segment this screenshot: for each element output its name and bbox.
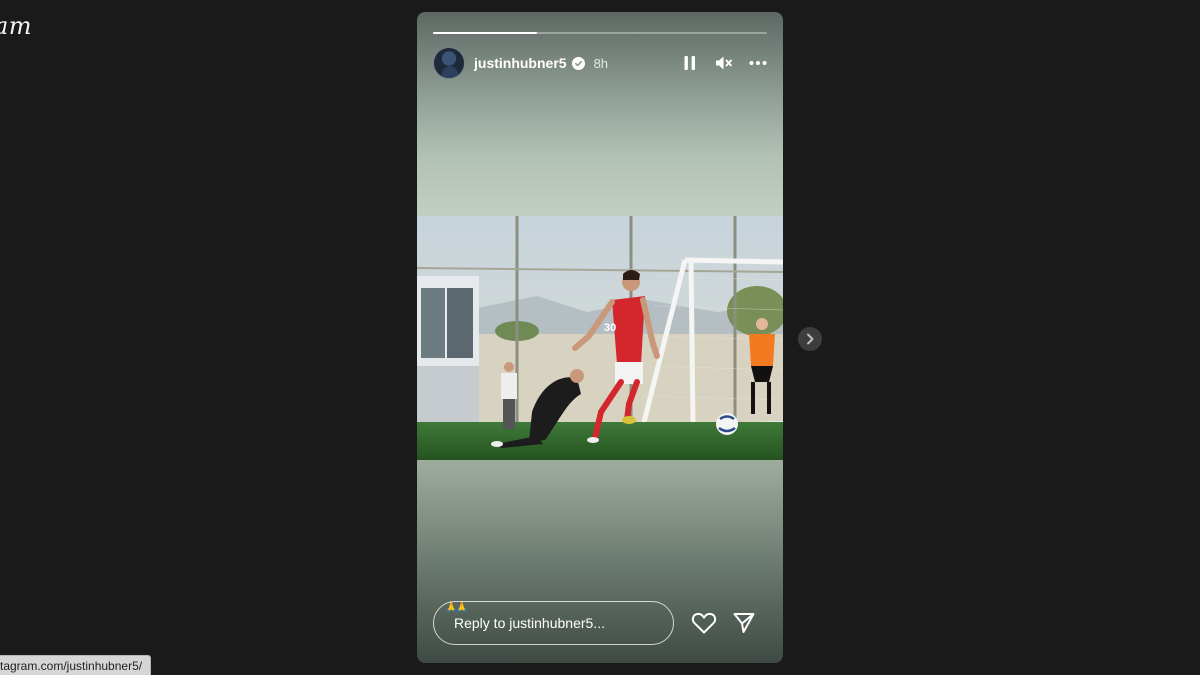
story-viewer: justinhubner5 8h 30 🙏🙏 Reply to justinhu… [417, 12, 783, 663]
pause-icon [684, 56, 695, 70]
pause-button[interactable] [681, 54, 699, 72]
soccer-ball [716, 413, 738, 435]
verified-badge-icon [571, 56, 585, 70]
story-username[interactable]: justinhubner5 [474, 55, 567, 71]
status-bar-url: tagram.com/justinhubner5/ [0, 655, 152, 675]
like-button[interactable] [690, 609, 718, 637]
story-footer [433, 601, 767, 645]
story-controls [681, 54, 767, 72]
next-story-button[interactable] [798, 327, 822, 351]
chevron-right-icon [807, 333, 814, 345]
more-options-button[interactable] [749, 54, 767, 72]
story-progress-bar [433, 32, 767, 34]
reply-input[interactable] [433, 601, 674, 645]
more-icon [749, 61, 767, 65]
story-header: justinhubner5 8h [433, 46, 767, 80]
volume-muted-icon [716, 56, 732, 70]
soccer-scene-image: 30 [417, 216, 783, 460]
paper-plane-icon [733, 613, 755, 633]
heart-icon [691, 612, 717, 634]
share-button[interactable] [730, 609, 758, 637]
story-timestamp: 8h [593, 55, 609, 71]
story-photo: 30 [417, 216, 783, 460]
mute-button[interactable] [715, 54, 733, 72]
story-progress-fill [433, 32, 537, 34]
instagram-logo[interactable]: am [0, 12, 32, 40]
jersey-number: 30 [604, 322, 616, 334]
avatar[interactable] [433, 47, 465, 79]
